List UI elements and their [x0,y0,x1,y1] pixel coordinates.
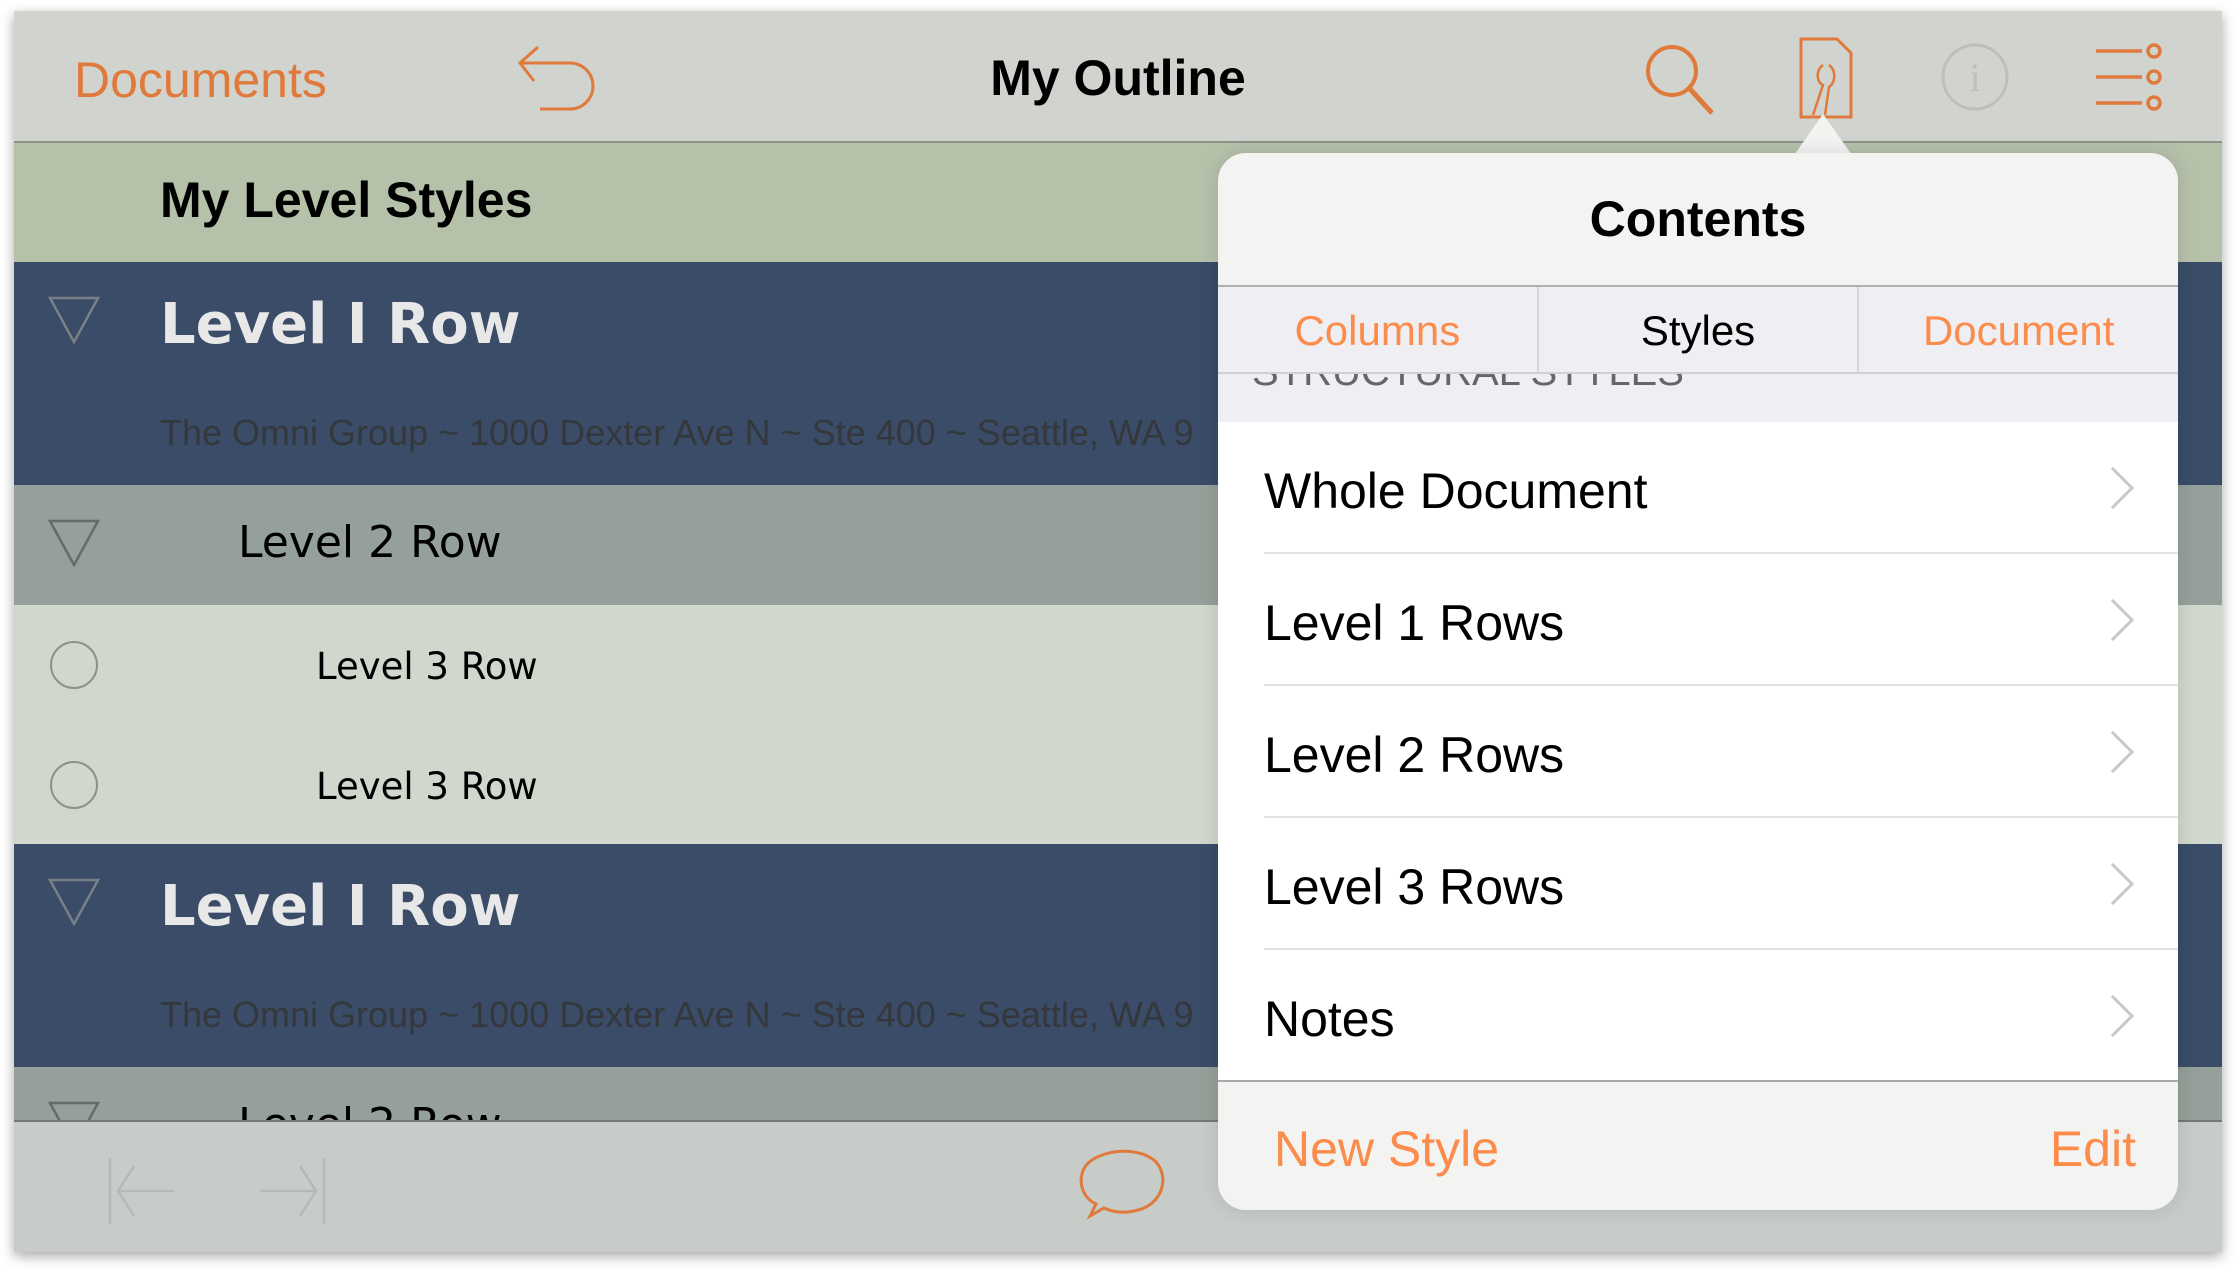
styles-list: Whole Document Level 1 Rows Level 2 Rows… [1218,422,2178,1080]
list-item-level-2-rows[interactable]: Level 2 Rows [1264,686,2178,818]
section-header: STRUCTURAL STYLES [1218,374,2178,422]
outline-header: My Level Styles [160,172,533,228]
note-icon[interactable] [1072,1146,1172,1230]
chevron-right-icon [2110,598,2135,642]
list-item-label: Level 3 Rows [1264,859,1565,915]
row-note[interactable]: The Omni Group ~ 1000 Dexter Ave N ~ Ste… [160,412,1194,454]
disclosure-triangle-icon[interactable] [48,878,100,926]
tab-document[interactable]: Document [1857,287,2178,372]
chevron-right-icon [2110,862,2135,906]
svg-text:i: i [1969,55,1980,100]
row-text[interactable]: Level I Row [160,292,521,357]
row-handle-icon[interactable] [50,641,98,689]
row-text[interactable]: Level 2 Row [238,517,502,568]
chevron-right-icon [2110,730,2135,774]
row-text[interactable]: Level 3 Row [316,645,538,688]
list-item-label: Notes [1264,991,1395,1047]
contents-popover: Contents Columns Styles Document STRUCTU… [1218,153,2178,1210]
list-item-label: Level 2 Rows [1264,727,1565,783]
new-style-button[interactable]: New Style [1274,1120,1499,1178]
popover-footer: New Style Edit [1218,1080,2178,1210]
list-item-label: Level 1 Rows [1264,595,1565,651]
popover-title: Contents [1589,191,1807,247]
view-options-icon[interactable] [2094,43,2166,113]
top-toolbar: Documents My Outline i [14,11,2222,143]
list-item-level-1-rows[interactable]: Level 1 Rows [1264,554,2178,686]
row-handle-icon[interactable] [50,761,98,809]
disclosure-triangle-icon[interactable] [48,296,100,344]
disclosure-triangle-icon[interactable] [48,519,100,567]
documents-button[interactable]: Documents [74,51,327,109]
style-inspector-icon[interactable] [1797,35,1857,121]
row-note[interactable]: The Omni Group ~ 1000 Dexter Ave N ~ Ste… [160,994,1194,1036]
info-icon[interactable]: i [1939,41,2011,113]
tab-styles[interactable]: Styles [1536,287,1858,372]
chevron-right-icon [2110,466,2135,510]
row-text[interactable]: Level I Row [160,874,521,939]
tab-columns[interactable]: Columns [1218,287,1537,372]
list-item-label: Whole Document [1264,463,1648,519]
row-text[interactable]: Level 3 Row [316,765,538,808]
list-item-level-3-rows[interactable]: Level 3 Rows [1264,818,2178,950]
search-icon[interactable] [1640,39,1720,119]
outdent-icon[interactable] [104,1156,184,1226]
list-item-whole-document[interactable]: Whole Document [1264,422,2178,554]
document-title: My Outline [990,50,1246,106]
segmented-tabs: Columns Styles Document [1218,285,2178,374]
undo-icon[interactable] [508,41,598,117]
edit-button[interactable]: Edit [2050,1120,2136,1178]
list-item-notes[interactable]: Notes [1264,950,2178,1082]
section-header-label: STRUCTURAL STYLES [1252,374,1684,395]
indent-icon[interactable] [250,1156,330,1226]
chevron-right-icon [2110,994,2135,1038]
